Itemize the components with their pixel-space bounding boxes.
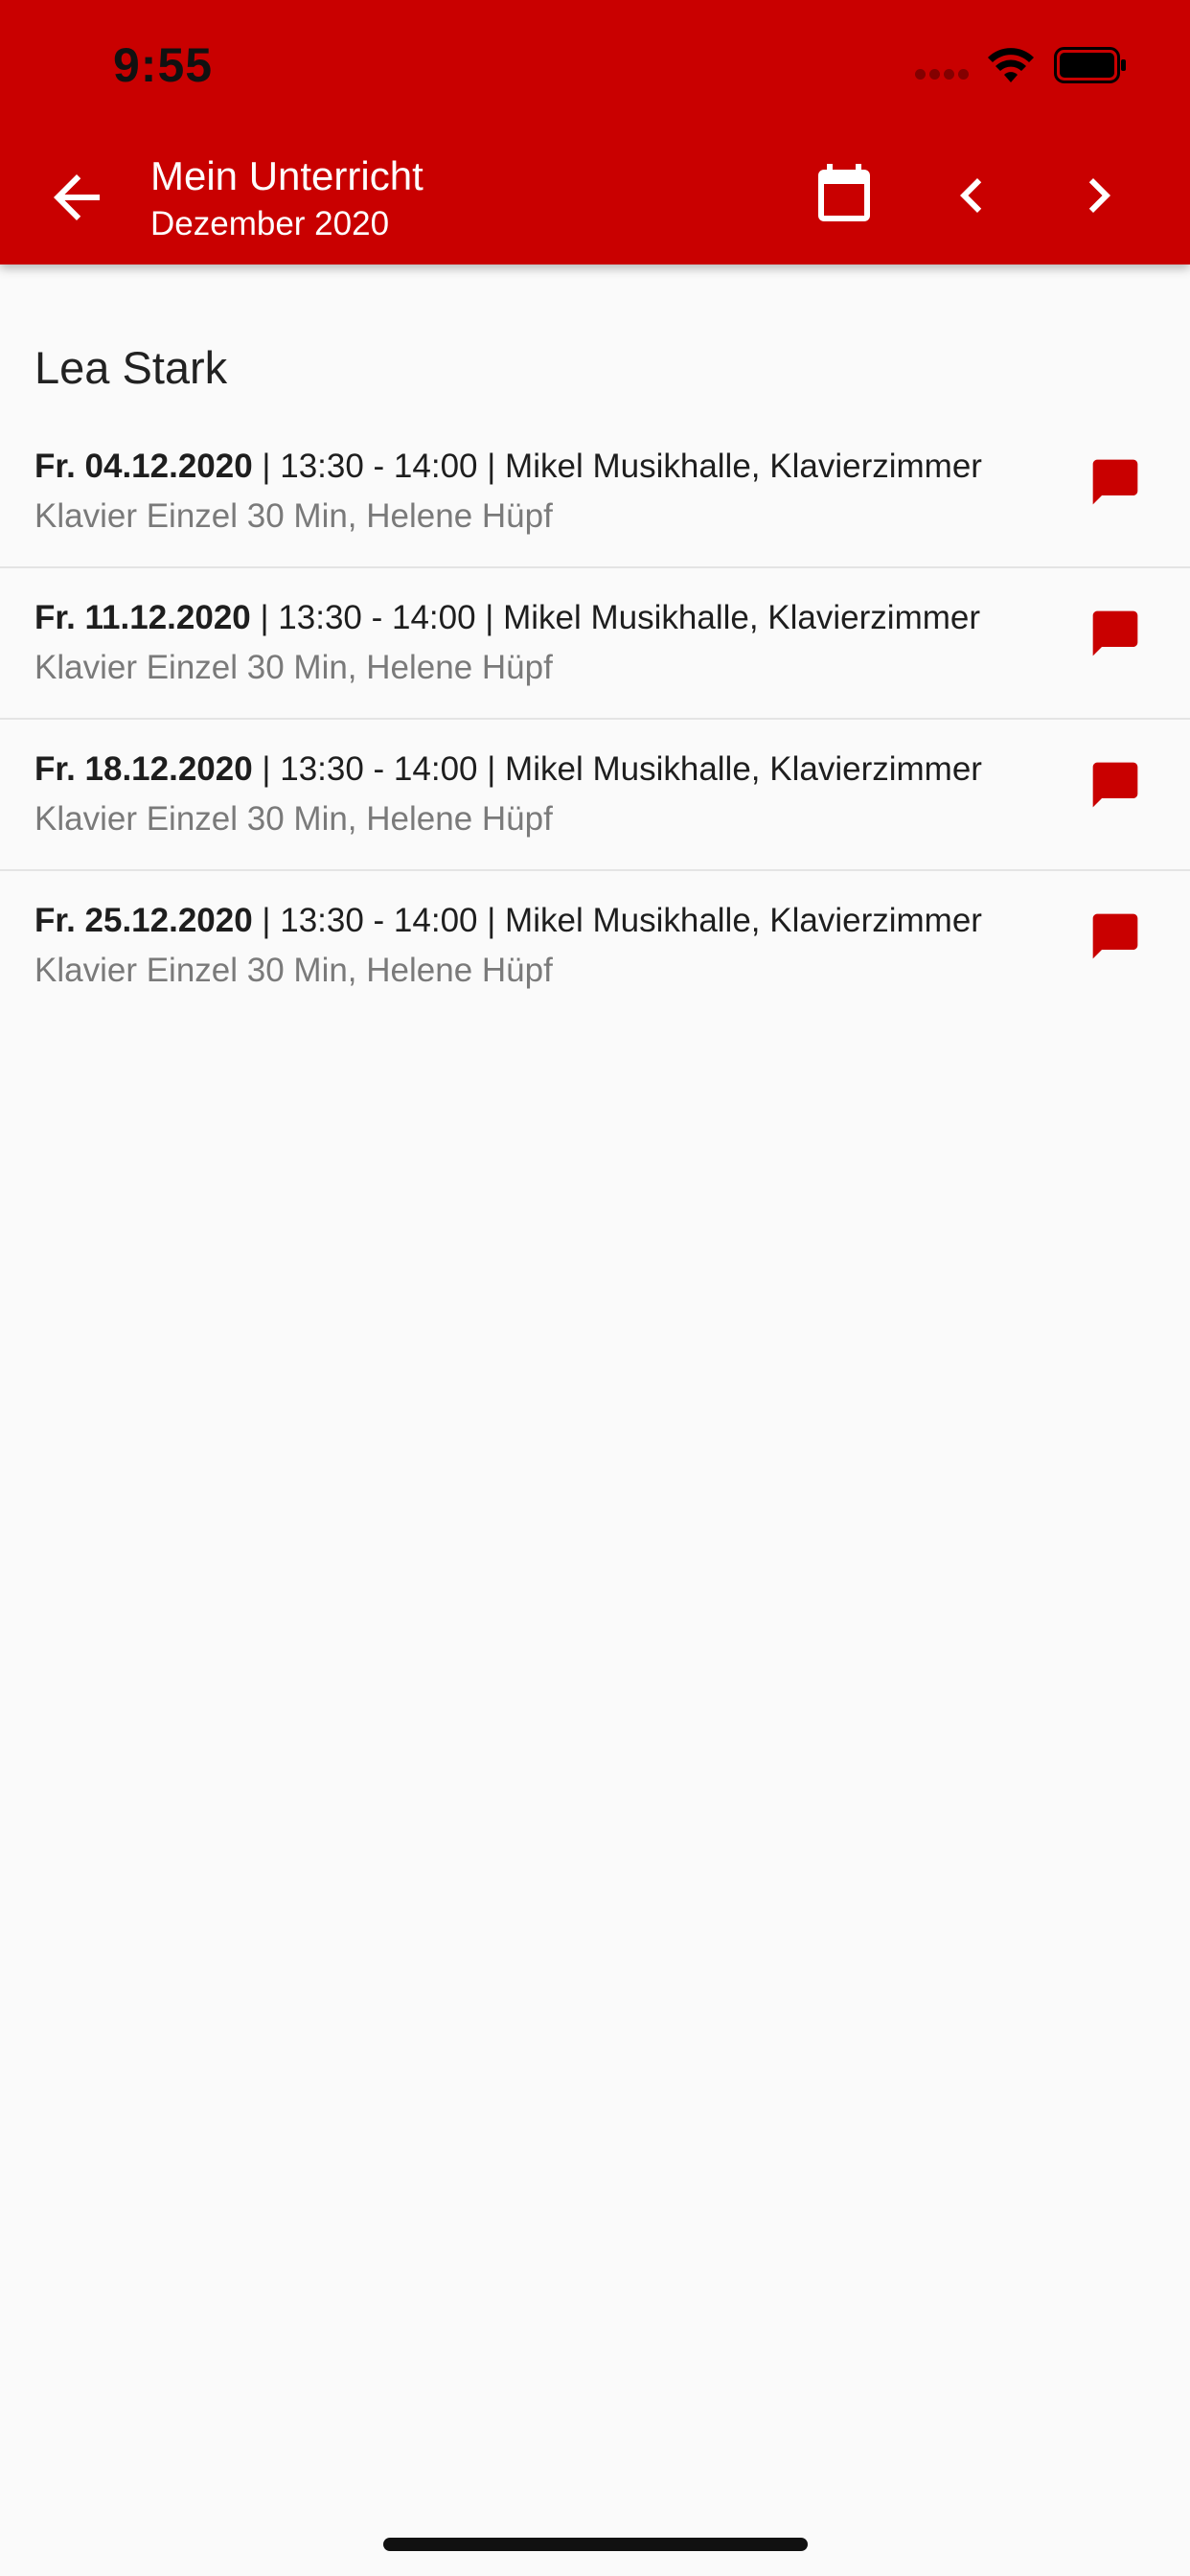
previous-month-button[interactable] [937, 161, 1006, 230]
cellular-signal-icon [915, 69, 973, 80]
page-subtitle: Dezember 2020 [150, 205, 390, 242]
lesson-summary: Fr. 25.12.2020 | 13:30 - 14:00 | Mikel M… [34, 900, 982, 942]
lesson-description: Klavier Einzel 30 Min, Helene Hüpf [34, 952, 553, 989]
page-title: Mein Unterricht [150, 153, 423, 198]
lesson-item[interactable]: Fr. 25.12.2020 | 13:30 - 14:00 | Mikel M… [0, 871, 1190, 1023]
next-month-button[interactable] [1064, 161, 1133, 230]
lesson-summary: Fr. 18.12.2020 | 13:30 - 14:00 | Mikel M… [34, 748, 982, 791]
status-time: 9:55 [113, 38, 214, 92]
comment-icon[interactable] [1088, 607, 1142, 660]
lesson-summary: Fr. 11.12.2020 | 13:30 - 14:00 | Mikel M… [34, 597, 980, 639]
lesson-date: Fr. 04.12.2020 [34, 448, 253, 485]
home-indicator[interactable] [383, 2538, 808, 2551]
comment-icon[interactable] [1088, 758, 1142, 812]
lesson-date: Fr. 11.12.2020 [34, 599, 251, 636]
app-bar: 9:55 Mein Unterricht Dezember 2020 [0, 0, 1190, 264]
lesson-description: Klavier Einzel 30 Min, Helene Hüpf [34, 497, 553, 535]
lesson-details: | 13:30 - 14:00 | Mikel Musikhalle, Klav… [252, 902, 982, 939]
lesson-list: Fr. 04.12.2020 | 13:30 - 14:00 | Mikel M… [0, 417, 1190, 1023]
battery-icon [1054, 47, 1126, 83]
comment-icon[interactable] [1088, 455, 1142, 509]
lesson-item[interactable]: Fr. 04.12.2020 | 13:30 - 14:00 | Mikel M… [0, 417, 1190, 568]
calendar-button[interactable] [810, 161, 879, 230]
lesson-date: Fr. 18.12.2020 [34, 750, 253, 788]
lesson-details: | 13:30 - 14:00 | Mikel Musikhalle, Klav… [252, 750, 982, 788]
lesson-description: Klavier Einzel 30 Min, Helene Hüpf [34, 649, 553, 686]
lesson-item[interactable]: Fr. 11.12.2020 | 13:30 - 14:00 | Mikel M… [0, 568, 1190, 720]
arrow-back-icon [54, 174, 100, 220]
lesson-details: | 13:30 - 14:00 | Mikel Musikhalle, Klav… [252, 448, 982, 485]
wifi-icon [988, 48, 1034, 82]
lesson-item[interactable]: Fr. 18.12.2020 | 13:30 - 14:00 | Mikel M… [0, 720, 1190, 871]
lesson-date: Fr. 25.12.2020 [34, 902, 253, 939]
student-name: Lea Stark [34, 342, 228, 393]
calendar-icon [818, 164, 870, 221]
comment-icon[interactable] [1088, 909, 1142, 963]
back-button[interactable] [42, 163, 111, 232]
chevron-left-icon [960, 178, 982, 213]
lesson-details: | 13:30 - 14:00 | Mikel Musikhalle, Klav… [250, 599, 980, 636]
chevron-right-icon [1088, 178, 1110, 213]
lesson-description: Klavier Einzel 30 Min, Helene Hüpf [34, 800, 553, 838]
lesson-summary: Fr. 04.12.2020 | 13:30 - 14:00 | Mikel M… [34, 446, 982, 488]
